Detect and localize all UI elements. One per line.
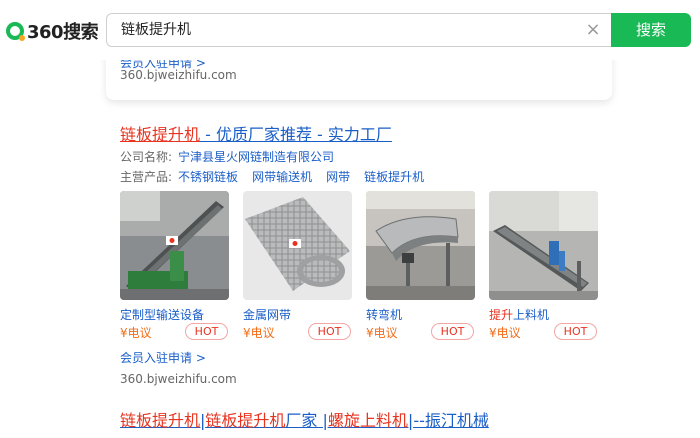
product-image[interactable] — [366, 191, 475, 300]
title-rest[interactable]: - 优质厂家推荐 - 实力工厂 — [200, 125, 392, 144]
product-card[interactable]: 提升上料机 ¥电议 HOT — [489, 191, 598, 341]
inclined-conveyor-photo — [120, 191, 229, 300]
search-header: 360搜索 × 搜索 — [0, 0, 700, 60]
hot-badge: HOT — [308, 323, 351, 340]
product-name[interactable]: 金属网带 — [243, 306, 291, 323]
company-name-link[interactable]: 宁津县星火网链制造有限公司 — [178, 150, 334, 164]
product-name[interactable]: 定制型输送设备 — [120, 306, 204, 323]
hot-badge: HOT — [185, 323, 228, 340]
main-product-link[interactable]: 不锈钢链板 — [178, 170, 238, 184]
company-label: 公司名称: — [120, 150, 173, 164]
title-highlight[interactable]: 螺旋上料机 — [328, 411, 408, 430]
product-image[interactable] — [489, 191, 598, 300]
main-product-link[interactable]: 链板提升机 — [364, 170, 424, 184]
product-grid: 定制型输送设备 ¥电议 HOT 金属网带 ¥电议 HOT 转弯机 ¥电议 HOT… — [120, 191, 598, 341]
logo-text: 360搜索 — [27, 22, 99, 43]
main-product-link[interactable]: 网带输送机 — [252, 170, 312, 184]
product-price: ¥电议 — [489, 326, 521, 340]
search-box: × — [106, 13, 612, 47]
company-row: 公司名称: 宁津县星火网链制造有限公司 — [120, 148, 334, 165]
product-name[interactable]: 提升上料机 — [489, 306, 549, 323]
search-input[interactable] — [121, 14, 561, 46]
result-title[interactable]: 链板提升机|链板提升机厂家 |螺旋上料机|--振汀机械 — [120, 407, 489, 431]
search-button[interactable]: 搜索 — [611, 13, 691, 47]
result-url: 360.bjweizhifu.com — [120, 372, 237, 386]
product-price: ¥电议 — [120, 326, 152, 340]
product-card[interactable]: 定制型输送设备 ¥电议 HOT — [120, 191, 229, 341]
lift-loader-photo — [489, 191, 598, 300]
title-rest[interactable]: 厂家 | — [285, 411, 327, 430]
hot-badge: HOT — [431, 323, 474, 340]
product-image[interactable] — [243, 191, 352, 300]
result-title[interactable]: 链板提升机 - 优质厂家推荐 - 实力工厂 — [120, 121, 392, 145]
result-url: 360.bjweizhifu.com — [120, 68, 237, 82]
curved-conveyor-photo — [366, 191, 475, 300]
title-highlight[interactable]: 链板提升机 — [120, 411, 200, 430]
product-name[interactable]: 转弯机 — [366, 306, 402, 323]
title-highlight[interactable]: 链板提升机 — [120, 125, 200, 144]
hot-badge: HOT — [554, 323, 597, 340]
product-card[interactable]: 转弯机 ¥电议 HOT — [366, 191, 475, 341]
product-image[interactable] — [120, 191, 229, 300]
product-card[interactable]: 金属网带 ¥电议 HOT — [243, 191, 352, 341]
logo-360[interactable]: 360搜索 — [6, 19, 99, 43]
product-name-rest[interactable]: 上料机 — [513, 308, 549, 322]
member-apply-link[interactable]: 会员入驻申请 > — [120, 349, 206, 366]
clear-icon[interactable]: × — [584, 21, 602, 39]
main-product-link[interactable]: 网带 — [326, 170, 350, 184]
main-products-row: 主营产品: 不锈钢链板 网带输送机 网带 链板提升机 — [120, 168, 424, 185]
logo-icon — [6, 22, 25, 41]
product-price: ¥电议 — [366, 326, 398, 340]
title-highlight[interactable]: 链板提升机 — [205, 411, 285, 430]
title-rest[interactable]: |--振汀机械 — [408, 411, 489, 430]
product-name-highlight[interactable]: 提升 — [489, 308, 513, 322]
products-label: 主营产品: — [120, 170, 173, 184]
metal-mesh-belt-photo — [243, 191, 352, 300]
product-price: ¥电议 — [243, 326, 275, 340]
